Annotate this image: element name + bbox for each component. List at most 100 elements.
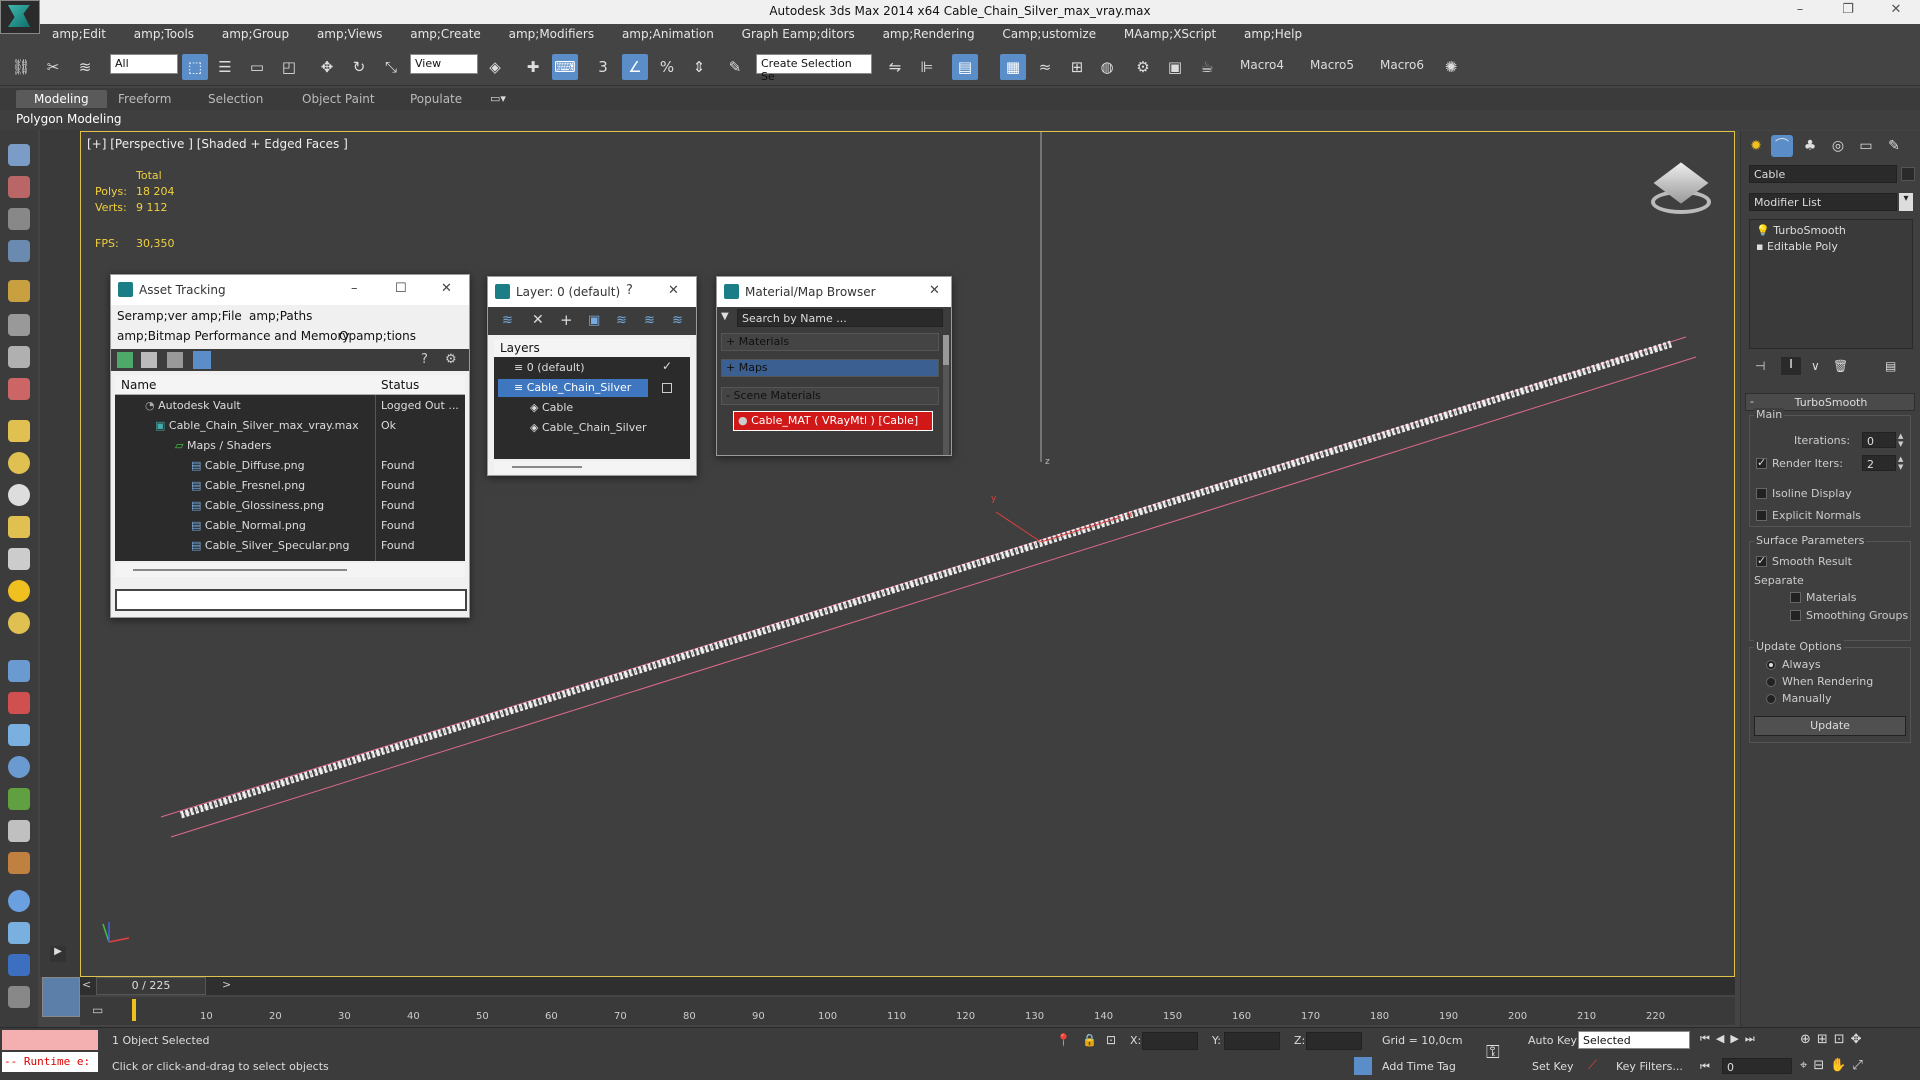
key-icon[interactable]: ⚿	[1486, 1042, 1500, 1063]
selection-filter-dropdown[interactable]: All	[110, 54, 178, 74]
modifier-list-dropdown[interactable]: Modifier List	[1749, 193, 1897, 211]
sphere-icon[interactable]	[8, 452, 30, 474]
viewcube[interactable]	[1646, 160, 1716, 230]
remove-modifier-icon[interactable]: 🗑	[1833, 359, 1848, 373]
add-to-layer-icon[interactable]: +	[560, 311, 573, 329]
shader-icon[interactable]	[8, 922, 30, 944]
scene-materials-section[interactable]: - Scene Materials	[721, 387, 939, 405]
browser-vscrollbar[interactable]	[943, 335, 949, 455]
tab-freeform[interactable]: Freeform	[100, 90, 189, 108]
rendered-frame-window-icon[interactable]: ▣	[1162, 54, 1188, 80]
table-row[interactable]: ▤ Cable_Normal.png	[191, 519, 306, 532]
edit-named-selections-icon[interactable]: ✎	[722, 54, 748, 80]
render-teapot-icon[interactable]: ☕	[1194, 54, 1220, 80]
playback-controls[interactable]: ⏮◀▶⏭	[1700, 1032, 1761, 1046]
menu-views[interactable]: amp;Views	[305, 24, 394, 44]
refresh-icon[interactable]	[117, 352, 133, 368]
table-icon[interactable]	[167, 352, 183, 368]
mirror-icon[interactable]: ⇋	[882, 54, 908, 80]
object-item-cable-chain-silver[interactable]: ◈ Cable_Chain_Silver	[530, 421, 647, 434]
move-icon[interactable]: ✥	[314, 54, 340, 80]
column-name[interactable]: Name	[121, 378, 156, 392]
menu-help[interactable]: amp;Help	[1232, 24, 1314, 44]
pin-stack-icon[interactable]: ⊣	[1755, 359, 1765, 373]
grid-view-icon[interactable]	[193, 351, 211, 369]
layer-item-default[interactable]: ≡ 0 (default)	[514, 361, 585, 374]
open-explorer-icon[interactable]	[8, 144, 30, 166]
scene-states-icon[interactable]	[8, 954, 30, 976]
hair-icon[interactable]	[8, 788, 30, 810]
macro4-button[interactable]: Macro4	[1240, 58, 1284, 72]
scroll-thumb[interactable]	[512, 466, 582, 468]
macro5-button[interactable]: Macro5	[1310, 58, 1354, 72]
sun-light-icon[interactable]	[8, 580, 30, 602]
stack-item-turbosmooth[interactable]: 💡 TurboSmooth	[1756, 224, 1846, 237]
table-row[interactable]: ▤ Cable_Silver_Specular.png	[191, 539, 350, 552]
pivot-center-icon[interactable]: ◈	[482, 54, 508, 80]
rect-selection-icon[interactable]: ▭	[244, 54, 270, 80]
update-always-radio[interactable]	[1766, 660, 1776, 670]
auto-key-button[interactable]: Auto Key	[1528, 1034, 1577, 1047]
column-status[interactable]: Status	[381, 378, 419, 392]
object-color-swatch[interactable]	[1901, 167, 1915, 181]
layers-column[interactable]: Layers	[500, 341, 540, 355]
hierarchy-tab-icon[interactable]: ♣	[1799, 135, 1821, 157]
table-row[interactable]: ◔ Autodesk Vault	[145, 399, 241, 412]
material-editor-icon[interactable]: ◍	[1094, 54, 1120, 80]
hide-all-icon[interactable]: ≋	[644, 313, 655, 328]
set-key-button[interactable]: Set Key	[1532, 1060, 1574, 1073]
sound-icon[interactable]	[8, 852, 30, 874]
tab-selection[interactable]: Selection	[190, 90, 281, 108]
window-crossing-icon[interactable]: ◰	[276, 54, 302, 80]
material-search-input[interactable]: Search by Name ...	[737, 309, 943, 327]
particles-icon[interactable]	[8, 378, 30, 400]
turbosmooth-icon[interactable]	[8, 756, 30, 778]
percent-snap-icon[interactable]: %	[654, 54, 680, 80]
add-time-tag[interactable]: Add Time Tag	[1382, 1060, 1456, 1073]
layer-item-cable-chain-silver[interactable]: ≡ Cable_Chain_Silver	[498, 379, 648, 397]
asset-menu-file[interactable]: amp;File	[191, 309, 242, 323]
layer-hscrollbar[interactable]	[494, 461, 690, 473]
macro6-button[interactable]: Macro6	[1380, 58, 1424, 72]
layer-checkbox[interactable]	[662, 383, 672, 393]
current-frame-marker[interactable]	[132, 999, 136, 1021]
maxscript-listener-output[interactable]: -- Runtime e:	[2, 1052, 98, 1072]
asset-minimize-button[interactable]: –	[351, 281, 358, 296]
layer-close-button[interactable]: ✕	[668, 283, 679, 298]
table-row[interactable]: ▤ Cable_Glossiness.png	[191, 499, 324, 512]
material-browser-close-button[interactable]: ✕	[929, 283, 940, 298]
keyboard-shortcut-override-icon[interactable]: ⌨	[552, 54, 578, 80]
select-manipulate-icon[interactable]: ✚	[520, 54, 546, 80]
menu-edit[interactable]: amp;Edit	[40, 24, 118, 44]
layer-help-button[interactable]: ?	[626, 283, 633, 298]
select-by-name-icon[interactable]: ☰	[212, 54, 238, 80]
box-icon[interactable]	[8, 420, 30, 442]
asset-hscrollbar[interactable]	[115, 563, 465, 577]
snaps-toggle-icon[interactable]: 3	[590, 54, 616, 80]
angle-snap-icon[interactable]: ∠	[622, 54, 648, 80]
current-frame-field[interactable]: 0	[1722, 1058, 1792, 1074]
update-when-rendering-radio[interactable]	[1766, 677, 1776, 687]
expand-arrow-icon[interactable]: ▶	[50, 946, 66, 962]
stack-item-editable-poly[interactable]: ▪ Editable Poly	[1756, 240, 1838, 253]
highlight-layer-icon[interactable]: ≋	[616, 313, 627, 328]
list-icon[interactable]	[141, 352, 157, 368]
filters-icon[interactable]: ▭	[92, 1003, 103, 1017]
app-menu-button[interactable]	[0, 0, 40, 34]
prev-frame-icon[interactable]: <	[82, 978, 91, 991]
spinner-arrows-icon[interactable]: ▲ ▼	[1898, 432, 1903, 448]
smooth-result-checkbox[interactable]	[1756, 554, 1767, 567]
link-icon[interactable]: ⛓	[8, 54, 34, 80]
explicit-normals-checkbox[interactable]	[1756, 510, 1767, 521]
iterations-spinner[interactable]: 0	[1862, 432, 1896, 448]
object-item-cable[interactable]: ◈ Cable	[530, 401, 573, 414]
isolate-selection-icon[interactable]: 📍	[1056, 1033, 1071, 1047]
ribbon-toggle-icon[interactable]: ▦	[1000, 54, 1026, 80]
menu-rendering[interactable]: amp;Rendering	[871, 24, 987, 44]
select-object-icon[interactable]: ⬚	[182, 54, 208, 80]
asset-menu-server[interactable]: Seramp;ver	[117, 309, 187, 323]
isoline-display-checkbox[interactable]	[1756, 488, 1767, 499]
table-row[interactable]: ▣ Cable_Chain_Silver_max_vray.max	[155, 419, 359, 432]
asset-close-button[interactable]: ✕	[441, 281, 452, 296]
menu-modifiers[interactable]: amp;Modifiers	[497, 24, 606, 44]
